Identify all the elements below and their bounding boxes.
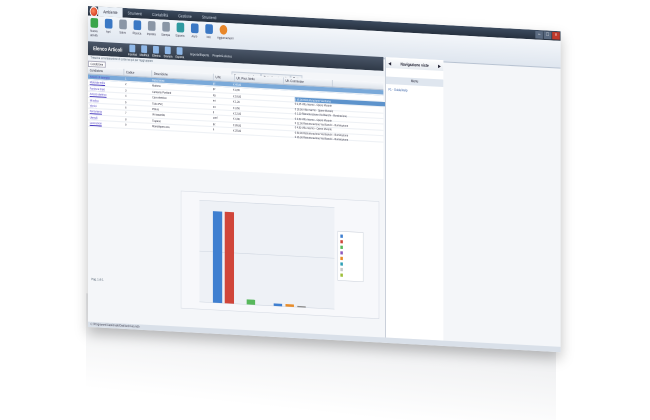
- table-cell: pz: [212, 121, 216, 126]
- chart-bar: [224, 211, 235, 304]
- legend-swatch: [340, 240, 343, 244]
- new-icon: [90, 17, 98, 28]
- stage: Ambiente Strumenti Contabilità Gestione …: [0, 0, 650, 420]
- table-cell: mt: [212, 98, 216, 103]
- legend-swatch: [340, 273, 343, 277]
- close-button[interactable]: ×: [552, 31, 560, 40]
- update-icon: [219, 24, 227, 35]
- tab-strumenti-2[interactable]: Strumenti: [197, 14, 222, 21]
- column-header[interactable]: U.M.: [213, 73, 235, 82]
- ribbon-open-button[interactable]: Apri: [102, 18, 114, 35]
- legend-swatch: [340, 262, 343, 266]
- chart-bar: [273, 303, 283, 307]
- table-cell: kg: [212, 92, 216, 98]
- ribbon-print-button[interactable]: Stampa: [160, 21, 172, 38]
- print-icon: [161, 21, 170, 32]
- action-label: Inserisci: [127, 51, 138, 57]
- arrow-left-icon[interactable]: ◀: [388, 60, 391, 65]
- tab-strumenti[interactable]: Strumenti: [123, 10, 148, 17]
- import-export-link[interactable]: Importa/Esporta: [190, 52, 209, 57]
- table-cell: pz: [212, 81, 216, 86]
- ribbon-label: Stampa: [161, 32, 171, 38]
- help-icon: [190, 23, 199, 34]
- action-label: Elimina: [152, 53, 161, 59]
- ribbon-label: Salva: [119, 30, 126, 35]
- table-cell: lt: [212, 109, 215, 115]
- table-cell: 9: [125, 122, 127, 127]
- delete-button[interactable]: Elimina: [151, 45, 161, 59]
- sidebar-header: ◀ Navigazione viste ▶: [385, 57, 444, 71]
- application-window: Ambiente Strumenti Contabilità Gestione …: [88, 6, 561, 353]
- ribbon-label: Imposta: [146, 31, 156, 37]
- table-cell: conf: [212, 115, 218, 121]
- minimize-button[interactable]: –: [535, 30, 543, 39]
- open-icon: [104, 18, 113, 29]
- ribbon-info-button[interactable]: Info: [203, 24, 215, 40]
- legend-swatch: [340, 234, 343, 238]
- table-cell: h: [212, 127, 215, 132]
- table-cell: pz: [212, 86, 216, 92]
- legend-swatch: [340, 245, 343, 249]
- ribbon-label: Nuova attività: [90, 28, 98, 38]
- pager[interactable]: Pag. 1 di 1: [91, 277, 103, 282]
- ribbon-search-button[interactable]: Ricerca: [131, 20, 143, 36]
- tab-contabilita[interactable]: Contabilità: [147, 11, 173, 18]
- list-properties-link[interactable]: Proprietà elenco: [213, 53, 233, 58]
- ribbon-label: Ricerca: [132, 30, 142, 36]
- chart-bar: [246, 299, 256, 305]
- export-button[interactable]: Esporta: [175, 47, 185, 59]
- navigation-sidebar: ◀ Navigazione viste ▶ Menu F1 - Guida/He…: [385, 57, 444, 341]
- save-icon: [118, 19, 127, 30]
- chart-bar: [285, 304, 294, 307]
- legend-swatch: [340, 267, 343, 272]
- ribbon-export-button[interactable]: Esporta: [174, 22, 186, 38]
- export-icon: [176, 22, 184, 33]
- settings-icon: [147, 20, 156, 31]
- status-bar: C:\Programmi\Gestionale\Dati\Archivio.md…: [88, 321, 561, 353]
- ribbon-new-button[interactable]: Nuova attività: [88, 17, 100, 38]
- last-orders-column: € 45,00 Ristrutturazione Via Roma € 0,65 …: [294, 97, 388, 144]
- table-cell[interactable]: Lavorazioni: [88, 121, 123, 128]
- ribbon-label: Apri: [106, 29, 111, 34]
- bar-chart: [180, 190, 380, 319]
- window-controls: – □ ×: [535, 30, 560, 40]
- maximize-button[interactable]: □: [543, 31, 552, 40]
- edit-button[interactable]: Modifica: [139, 45, 149, 57]
- ribbon-save-button[interactable]: Salva: [117, 19, 129, 35]
- ribbon-settings-button[interactable]: Imposta: [145, 20, 157, 37]
- sidebar-title: Navigazione viste: [400, 60, 429, 68]
- ribbon-help-button[interactable]: Aiuto: [188, 23, 200, 39]
- ribbon-label: Aiuto: [191, 33, 198, 39]
- info-icon: [204, 24, 213, 35]
- ribbon-label: Info: [206, 34, 211, 40]
- action-label: Esporta: [175, 54, 185, 60]
- arrow-right-icon[interactable]: ▶: [438, 63, 441, 68]
- ribbon-label: Esporta: [175, 33, 185, 38]
- action-label: Modifica: [139, 52, 150, 58]
- action-label: Stampa: [163, 53, 173, 59]
- search-icon: [133, 20, 141, 31]
- tab-gestione[interactable]: Gestione: [173, 13, 197, 20]
- panel-title: Elenco Articoli: [93, 45, 123, 54]
- legend-swatch: [340, 256, 343, 261]
- print-button[interactable]: Stampa: [163, 46, 173, 59]
- ribbon-update-button[interactable]: Aggiornamenti: [217, 24, 233, 41]
- insert-button[interactable]: Inserisci: [127, 44, 138, 57]
- chart-bar: [212, 211, 223, 304]
- sidebar-item-help[interactable]: F1 - Guida/Help: [386, 84, 443, 98]
- legend-swatch: [340, 251, 343, 255]
- table-cell: mt: [212, 104, 216, 109]
- ribbon-label: Aggiornamenti: [217, 35, 234, 41]
